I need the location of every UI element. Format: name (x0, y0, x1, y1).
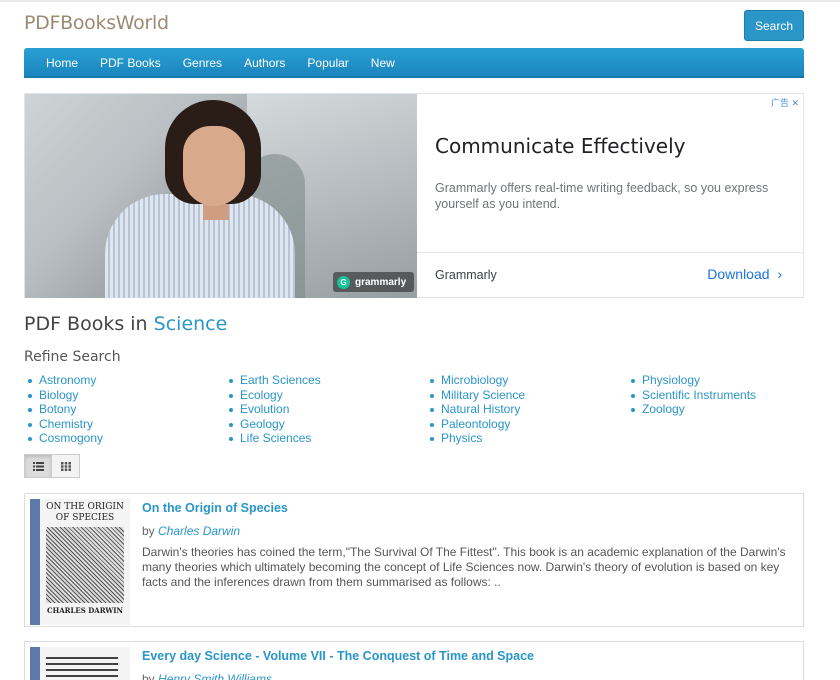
genre-link[interactable]: Physiology (628, 373, 756, 388)
ad-download-button[interactable]: Download › (707, 266, 782, 282)
book-byline: by Henry Smith Williams (142, 672, 272, 680)
ad-headline[interactable]: Communicate Effectively (435, 134, 685, 158)
genre-link[interactable]: Life Sciences (226, 431, 321, 446)
grammarly-badge: G grammarly (333, 272, 415, 292)
nav-authors[interactable]: Authors (233, 48, 296, 76)
by-label: by (142, 672, 155, 680)
page-title-category[interactable]: Science (154, 313, 228, 335)
book-card: Every day Science - Volume VII - The Con… (24, 641, 804, 680)
ad-image[interactable]: G grammarly (25, 94, 417, 298)
nav-pdf-books[interactable]: PDF Books (89, 48, 172, 76)
book-byline: by Charles Darwin (142, 524, 240, 538)
ad-person-face (183, 126, 245, 206)
genre-list-col-3: Microbiology Military Science Natural Hi… (427, 373, 525, 446)
genre-link[interactable]: Physics (427, 431, 525, 446)
book-title-link[interactable]: On the Origin of Species (142, 501, 288, 515)
genre-link[interactable]: Chemistry (25, 417, 103, 432)
genre-link[interactable]: Military Science (427, 388, 525, 403)
site-logo[interactable]: PDFBooksWorld (24, 12, 169, 34)
genre-link[interactable]: Paleontology (427, 417, 525, 432)
book-description: Darwin's theories has coined the term,"T… (142, 545, 786, 589)
genre-link[interactable]: Microbiology (427, 373, 525, 388)
cover-author: CHARLES DARWIN (47, 606, 123, 615)
badge-label: grammarly (355, 276, 407, 288)
ad-choices-icon[interactable]: 广告 ✕ (771, 96, 799, 109)
top-border (0, 0, 840, 2)
by-label: by (142, 524, 155, 538)
genre-list-col-1: Astronomy Biology Botony Chemistry Cosmo… (25, 373, 103, 446)
nav-home[interactable]: Home (35, 48, 89, 76)
page-title-prefix: PDF Books in (24, 313, 148, 335)
book-cover[interactable]: ON THE ORIGIN OF SPECIES CHARLES DARWIN (30, 499, 130, 625)
book-cover[interactable] (30, 647, 130, 680)
cover-illustration (46, 527, 124, 603)
author-link[interactable]: Charles Darwin (158, 524, 240, 538)
genre-link[interactable]: Ecology (226, 388, 321, 403)
genre-link[interactable]: Evolution (226, 402, 321, 417)
main-nav: Home PDF Books Genres Authors Popular Ne… (24, 48, 804, 78)
genre-list-col-4: Physiology Scientific Instruments Zoolog… (628, 373, 756, 417)
grammarly-logo-icon: G (337, 275, 350, 289)
site-header: PDFBooksWorld Search (24, 10, 804, 42)
download-label: Download (707, 266, 770, 282)
chevron-right-icon: › (773, 266, 782, 282)
ad-person-shirt (105, 194, 295, 298)
grid-icon (60, 461, 71, 471)
genre-link[interactable]: Astronomy (25, 373, 103, 388)
genre-link[interactable]: Cosmogony (25, 431, 103, 446)
page-title: PDF Books in Science (24, 313, 227, 335)
genre-list-col-2: Earth Sciences Ecology Evolution Geology… (226, 373, 321, 446)
nav-new[interactable]: New (360, 48, 406, 76)
genre-link[interactable]: Botony (25, 402, 103, 417)
genre-link[interactable]: Earth Sciences (226, 373, 321, 388)
genre-link[interactable]: Geology (226, 417, 321, 432)
book-title-link[interactable]: Every day Science - Volume VII - The Con… (142, 649, 534, 663)
advertisement[interactable]: G grammarly 广告 ✕ Communicate Effectively… (24, 93, 804, 298)
ad-footer: Grammarly Download › (417, 252, 804, 298)
list-icon (32, 461, 44, 471)
genre-link[interactable]: Biology (25, 388, 103, 403)
genre-link[interactable]: Zoology (628, 402, 756, 417)
book-card: ON THE ORIGIN OF SPECIES CHARLES DARWIN … (24, 493, 804, 627)
search-button[interactable]: Search (744, 10, 804, 41)
nav-popular[interactable]: Popular (296, 48, 359, 76)
list-view-button[interactable] (24, 454, 52, 478)
cover-title: ON THE ORIGIN OF SPECIES (46, 502, 124, 523)
ad-advertiser: Grammarly (435, 268, 497, 282)
refine-search-heading: Refine Search (24, 349, 121, 365)
genre-link[interactable]: Scientific Instruments (628, 388, 756, 403)
ad-description: Grammarly offers real-time writing feedb… (435, 181, 769, 211)
genre-link[interactable]: Natural History (427, 402, 525, 417)
cover-illustration (46, 657, 118, 680)
grid-view-button[interactable] (52, 454, 80, 478)
view-toggle (24, 454, 80, 478)
author-link[interactable]: Henry Smith Williams (158, 672, 272, 680)
nav-genres[interactable]: Genres (172, 48, 233, 76)
